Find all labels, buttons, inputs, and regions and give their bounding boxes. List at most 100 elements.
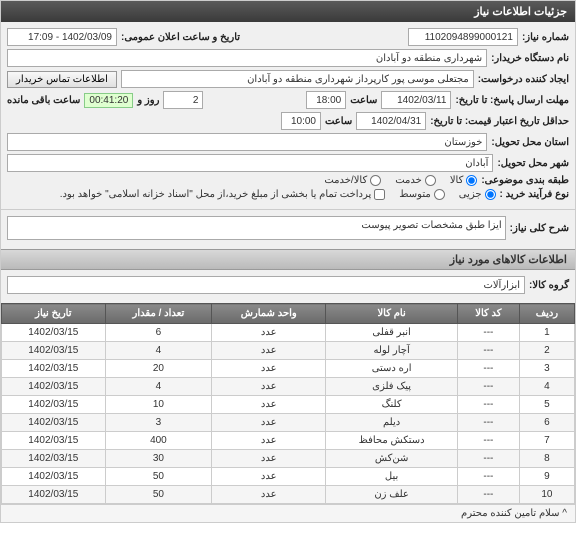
table-cell: ---: [457, 324, 519, 342]
group-field: ابزارآلات: [7, 276, 525, 294]
buytype-label: نوع فرآیند خرید :: [500, 189, 569, 200]
th-date[interactable]: تاریخ نیاز: [2, 304, 106, 324]
goods-table: ردیف کد کالا نام کالا واحد شمارش تعداد /…: [1, 303, 575, 504]
table-row[interactable]: 2---آچار لولهعدد41402/03/15: [2, 342, 575, 360]
cat-both-option[interactable]: کالا/خدمت: [324, 175, 381, 186]
table-header-row: ردیف کد کالا نام کالا واحد شمارش تعداد /…: [2, 304, 575, 324]
table-cell: دیلم: [326, 414, 458, 432]
table-cell: علف زن: [326, 486, 458, 504]
city-label: شهر محل تحویل:: [497, 158, 569, 169]
table-row[interactable]: 9---بیلعدد501402/03/15: [2, 468, 575, 486]
table-row[interactable]: 10---علف زنعدد501402/03/15: [2, 486, 575, 504]
table-cell: ---: [457, 450, 519, 468]
payment-checkbox[interactable]: [374, 189, 385, 200]
time-label-2: ساعت: [325, 116, 352, 127]
bt-medium-option[interactable]: متوسط: [399, 189, 444, 200]
table-cell: 8: [519, 450, 574, 468]
table-cell: ---: [457, 432, 519, 450]
cat-both-radio[interactable]: [370, 175, 381, 186]
group-label: گروه کالا:: [529, 280, 569, 291]
table-cell: ---: [457, 342, 519, 360]
table-cell: 1402/03/15: [2, 486, 106, 504]
table-cell: 4: [105, 378, 212, 396]
table-cell: 6: [519, 414, 574, 432]
table-cell: 1402/03/15: [2, 342, 106, 360]
goods-form: گروه کالا: ابزارآلات: [1, 270, 575, 303]
category-label: طبقه بندی موضوعی:: [481, 175, 569, 186]
days-field: 2: [163, 91, 203, 109]
table-cell: آچار لوله: [326, 342, 458, 360]
deadline-time: 18:00: [306, 91, 346, 109]
province-field: خوزستان: [7, 133, 487, 151]
table-cell: پیک فلزی: [326, 378, 458, 396]
time-label-1: ساعت: [350, 95, 377, 106]
table-cell: 4: [519, 378, 574, 396]
table-cell: 1402/03/15: [2, 324, 106, 342]
table-cell: 1402/03/15: [2, 396, 106, 414]
table-cell: 3: [519, 360, 574, 378]
cat-service-radio[interactable]: [425, 175, 436, 186]
payment-check-option[interactable]: پرداخت تمام یا بخشی از مبلغ خرید،از محل …: [60, 189, 386, 200]
table-row[interactable]: 5---کلنگعدد101402/03/15: [2, 396, 575, 414]
table-cell: عدد: [212, 324, 326, 342]
table-cell: عدد: [212, 468, 326, 486]
table-cell: عدد: [212, 450, 326, 468]
table-cell: عدد: [212, 432, 326, 450]
province-label: استان محل تحویل:: [491, 137, 569, 148]
table-row[interactable]: 7---دستکش محافظعدد4001402/03/15: [2, 432, 575, 450]
countdown-timer: 00:41:20: [84, 93, 133, 108]
table-cell: 10: [105, 396, 212, 414]
table-cell: 5: [519, 396, 574, 414]
table-row[interactable]: 6---دیلمعدد31402/03/15: [2, 414, 575, 432]
th-code[interactable]: کد کالا: [457, 304, 519, 324]
days-label: روز و: [137, 95, 159, 106]
table-cell: ---: [457, 414, 519, 432]
table-cell: عدد: [212, 414, 326, 432]
buyer-field: شهرداری منطقه دو آبادان: [7, 49, 487, 67]
table-cell: 1402/03/15: [2, 378, 106, 396]
buyer-label: نام دستگاه خریدار:: [491, 53, 569, 64]
table-cell: شن‌کش: [326, 450, 458, 468]
goods-section-header: اطلاعات کالاهای مورد نیاز: [1, 249, 575, 270]
table-cell: ---: [457, 468, 519, 486]
table-cell: 30: [105, 450, 212, 468]
announce-label: تاریخ و ساعت اعلان عمومی:: [121, 32, 240, 43]
table-cell: 1: [519, 324, 574, 342]
bt-medium-radio[interactable]: [434, 189, 445, 200]
need-no-field: 1102094899000121: [408, 28, 518, 46]
cat-goods-option[interactable]: کالا: [450, 175, 478, 186]
bt-major-option[interactable]: جزیی: [459, 189, 496, 200]
bt-major-radio[interactable]: [485, 189, 496, 200]
table-row[interactable]: 1---انبر قفلیعدد61402/03/15: [2, 324, 575, 342]
announce-field: 1402/03/09 - 17:09: [7, 28, 117, 46]
chat-bar[interactable]: ^ سلام تامین کننده محترم: [1, 504, 575, 522]
contact-button[interactable]: اطلاعات تماس خریدار: [7, 71, 117, 88]
table-cell: 1402/03/15: [2, 360, 106, 378]
th-unit[interactable]: واحد شمارش: [212, 304, 326, 324]
table-cell: اره دستی: [326, 360, 458, 378]
deadline-date: 1402/03/11: [381, 91, 451, 109]
table-cell: 400: [105, 432, 212, 450]
th-qty[interactable]: تعداد / مقدار: [105, 304, 212, 324]
deadline-label: مهلت ارسال پاسخ: تا تاریخ:: [455, 95, 569, 106]
cat-service-option[interactable]: خدمت: [395, 175, 436, 186]
need-no-label: شماره نیاز:: [522, 32, 569, 43]
table-cell: 3: [105, 414, 212, 432]
table-row[interactable]: 3---اره دستیعدد201402/03/15: [2, 360, 575, 378]
table-row[interactable]: 8---شن‌کشعدد301402/03/15: [2, 450, 575, 468]
table-cell: عدد: [212, 360, 326, 378]
table-cell: عدد: [212, 342, 326, 360]
table-row[interactable]: 4---پیک فلزیعدد41402/03/15: [2, 378, 575, 396]
table-cell: ---: [457, 396, 519, 414]
cat-goods-radio[interactable]: [466, 175, 477, 186]
table-cell: 1402/03/15: [2, 450, 106, 468]
table-cell: 9: [519, 468, 574, 486]
table-cell: 6: [105, 324, 212, 342]
requester-label: ایجاد کننده درخواست:: [478, 74, 569, 85]
table-cell: 1402/03/15: [2, 414, 106, 432]
buytype-radio-group: جزیی متوسط پرداخت تمام یا بخشی از مبلغ خ…: [60, 189, 496, 200]
desc-label: شرح کلی نیاز:: [510, 223, 569, 234]
th-name[interactable]: نام کالا: [326, 304, 458, 324]
th-row[interactable]: ردیف: [519, 304, 574, 324]
table-cell: 10: [519, 486, 574, 504]
